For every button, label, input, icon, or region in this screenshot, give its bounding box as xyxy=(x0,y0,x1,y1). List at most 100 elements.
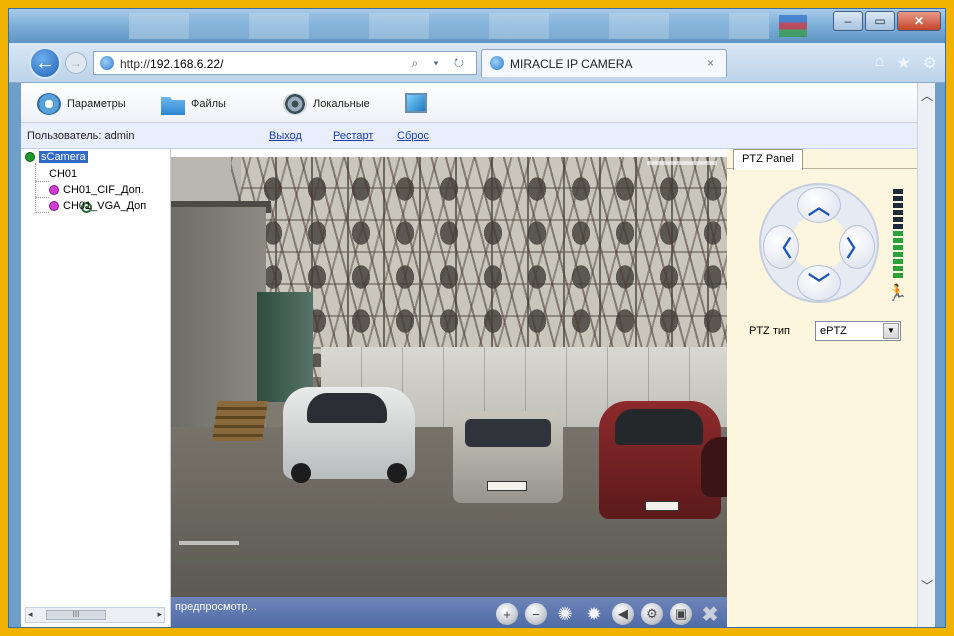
speed-segment[interactable] xyxy=(893,259,903,264)
star-icon[interactable]: ★ xyxy=(896,53,910,73)
speed-segment[interactable] xyxy=(893,196,903,201)
chevron-down-icon[interactable]: ▼ xyxy=(883,323,899,339)
close-window-button[interactable]: ✕ xyxy=(897,11,941,31)
speed-segment[interactable] xyxy=(893,224,903,229)
speed-segment[interactable] xyxy=(893,189,903,194)
ptz-down-button[interactable]: ﹀ xyxy=(797,265,841,301)
parameters-button[interactable]: Параметры xyxy=(37,93,126,115)
back-button[interactable]: ← xyxy=(29,47,61,79)
close-video-icon[interactable]: ✖ xyxy=(699,603,721,626)
tree-item-ch01-cif[interactable]: CH01_CIF_Доп. xyxy=(49,184,144,196)
flag-image xyxy=(779,15,807,37)
speed-segment[interactable] xyxy=(893,238,903,243)
page-vertical-scrollbar[interactable]: ︿ ﹀ xyxy=(917,83,935,627)
car-windshield xyxy=(465,419,551,447)
speed-segment[interactable] xyxy=(893,210,903,215)
record-add-icon[interactable]: + xyxy=(496,603,518,625)
app-toolbar: Параметры Файлы Локальные xyxy=(21,83,921,123)
video-control-bar: предпросмотр... + − ✺ ✹ ◀ ⚙ ▣ ✖ xyxy=(171,597,727,627)
gear-icon[interactable]: ⚙ xyxy=(923,53,937,73)
parameters-icon xyxy=(37,93,61,115)
tree-root-scamera[interactable]: sCamera xyxy=(25,151,88,163)
ptz-left-button[interactable]: 〈 xyxy=(763,225,799,269)
address-url[interactable]: http://192.168.6.22/ xyxy=(120,57,223,71)
scroll-up-icon[interactable]: ︿ xyxy=(920,87,934,103)
local-button[interactable]: Локальные xyxy=(283,93,370,115)
files-label: Файлы xyxy=(191,98,226,110)
speed-segment[interactable] xyxy=(893,245,903,250)
online-status-icon xyxy=(25,152,35,162)
tab-title: MIRACLE IP CAMERA xyxy=(510,57,633,71)
logout-link[interactable]: Выход xyxy=(269,130,302,142)
url-host: 192.168.6.22/ xyxy=(150,57,224,71)
brightness-up-icon[interactable]: ✺ xyxy=(554,603,576,625)
address-tools[interactable]: ⌕ ▾ ↻ xyxy=(411,56,470,71)
car-plate xyxy=(487,481,527,491)
tree-root-label: sCamera xyxy=(39,151,88,163)
reset-link[interactable]: Сброс xyxy=(397,130,429,142)
speed-segment[interactable] xyxy=(893,252,903,257)
user-bar: Пользователь: admin Выход Рестарт Сброс xyxy=(21,123,917,149)
speed-segment[interactable] xyxy=(893,203,903,208)
tree-connector xyxy=(35,181,49,182)
tree-item-label: CH01 xyxy=(49,168,78,180)
snapshot-icon[interactable]: ▣ xyxy=(670,603,692,625)
camera-video-feed[interactable] xyxy=(171,157,727,597)
minimize-button[interactable]: ‒ xyxy=(833,11,863,31)
scroll-down-icon[interactable]: ﹀ xyxy=(920,577,934,593)
car-windshield xyxy=(615,409,703,445)
title-bar: ‒ ▭ ✕ xyxy=(9,9,945,43)
ptz-speed-slider[interactable] xyxy=(893,189,903,279)
restart-link[interactable]: Рестарт xyxy=(333,130,373,142)
tree-connector xyxy=(35,212,49,213)
tree-item-ch01[interactable]: CH01 xyxy=(49,168,92,213)
video-door xyxy=(257,292,313,402)
screen-icon xyxy=(405,93,427,113)
ptz-type-value: ePTZ xyxy=(820,325,847,337)
tab-ptz-panel[interactable]: PTZ Panel xyxy=(733,149,803,170)
tree-item-label: CH01_CIF_Доп. xyxy=(63,184,144,196)
running-man-icon: 🏃 xyxy=(887,285,907,302)
screen-button[interactable] xyxy=(405,93,427,113)
ptz-type-select[interactable]: ePTZ ▼ xyxy=(815,321,901,341)
video-pallet xyxy=(212,401,268,441)
files-button[interactable]: Файлы xyxy=(161,93,226,115)
car-windshield xyxy=(307,393,387,423)
video-settings-icon[interactable]: ⚙ xyxy=(641,603,663,625)
ptz-type-label: PTZ тип xyxy=(749,325,790,337)
tree-item-ch01-vga[interactable]: CH01_VGA_Доп xyxy=(49,200,146,212)
site-favicon-icon xyxy=(100,56,114,70)
address-bar[interactable]: http://192.168.6.22/ ⌕ ▾ ↻ xyxy=(93,51,477,75)
film-reel-icon xyxy=(283,93,307,115)
sound-icon[interactable]: ◀ xyxy=(612,603,634,625)
record-remove-icon[interactable]: − xyxy=(525,603,547,625)
tree-connector xyxy=(35,163,36,213)
channel-icon xyxy=(49,201,59,211)
home-icon[interactable]: ⌂ xyxy=(875,53,885,73)
video-car-silver xyxy=(453,411,563,503)
tab-favicon-icon xyxy=(490,56,504,70)
scroll-thumb[interactable]: III xyxy=(46,610,106,620)
tab-miracle-ip-camera[interactable]: MIRACLE IP CAMERA × xyxy=(481,49,727,77)
car-plate xyxy=(645,501,679,511)
url-prefix: http:// xyxy=(120,57,151,71)
tree-horizontal-scrollbar[interactable]: ◂ III ▸ xyxy=(25,607,165,623)
maximize-button[interactable]: ▭ xyxy=(865,11,895,31)
speed-segment[interactable] xyxy=(893,231,903,236)
brightness-down-icon[interactable]: ✹ xyxy=(583,603,605,625)
tab-close-icon[interactable]: × xyxy=(707,56,714,70)
scroll-left-icon[interactable]: ◂ xyxy=(28,609,33,620)
forward-button[interactable]: → xyxy=(65,52,87,74)
scroll-right-icon[interactable]: ▸ xyxy=(157,609,162,620)
tree-connector xyxy=(35,197,49,198)
ptz-up-button[interactable]: ︿ xyxy=(797,187,841,223)
video-car-white xyxy=(283,387,415,483)
ptz-right-button[interactable]: 〉 xyxy=(839,225,875,269)
background-tabs xyxy=(129,13,769,39)
tree-item-label: CH01_VGA_Доп xyxy=(63,200,147,212)
speed-segment[interactable] xyxy=(893,273,903,278)
speed-segment[interactable] xyxy=(893,217,903,222)
user-label: Пользователь: admin xyxy=(27,130,135,142)
speed-segment[interactable] xyxy=(893,266,903,271)
folder-icon xyxy=(161,96,185,115)
